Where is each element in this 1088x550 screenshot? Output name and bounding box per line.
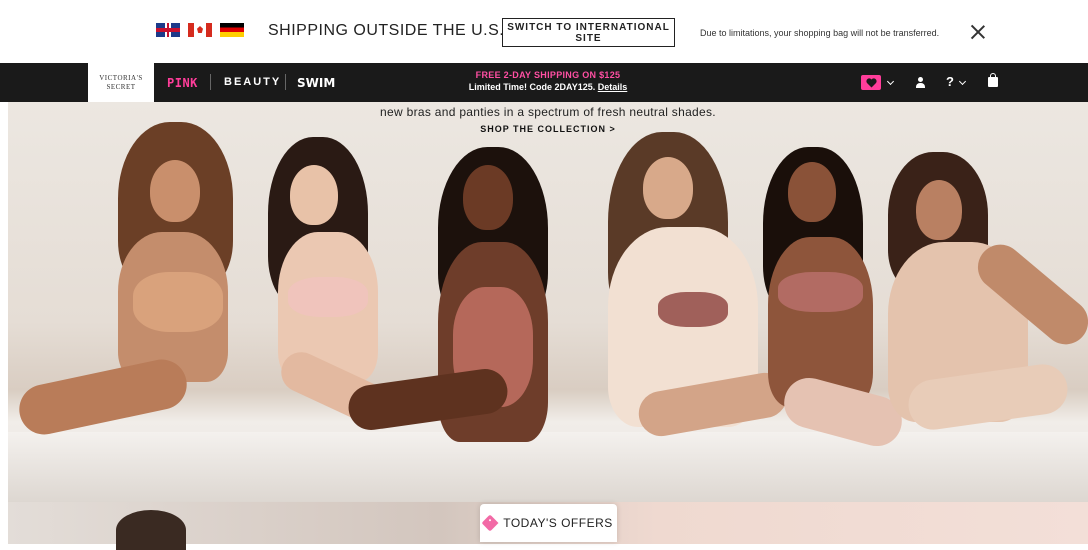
close-icon[interactable] [971, 25, 985, 39]
promo-headline: FREE 2-DAY SHIPPING ON $125 [475, 70, 621, 80]
nav-link-beauty[interactable]: BEAUTY [224, 76, 281, 88]
promo-code-line: Limited Time! Code 2DAY125. Details [430, 82, 666, 92]
victorias-secret-logo[interactable]: VICTORIA'S SECRET [88, 63, 154, 102]
todays-offers-label: TODAY'S OFFERS [503, 516, 613, 530]
international-shipping-bar: SHIPPING OUTSIDE THE U.S.? SWITCH TO INT… [0, 0, 1088, 63]
heart-icon[interactable] [861, 75, 881, 90]
nav-link-pink[interactable]: PINK [167, 76, 198, 90]
promo-code-text: Limited Time! Code 2DAY125. [468, 82, 596, 92]
lower-photo-figure [116, 510, 186, 550]
logo-line-1: VICTORIA'S [99, 73, 143, 82]
country-flags [156, 23, 244, 37]
nav-divider [210, 74, 211, 90]
user-icon[interactable] [916, 77, 926, 89]
switch-international-site-button[interactable]: SWITCH TO INTERNATIONAL SITE [502, 18, 675, 47]
germany-flag-icon[interactable] [220, 23, 244, 37]
hero-banner[interactable]: new bras and panties in a spectrum of fr… [8, 102, 1088, 502]
hero-bench [8, 432, 1088, 502]
logo-line-2: SECRET [106, 82, 136, 91]
bag-icon[interactable] [988, 73, 998, 87]
tag-icon [481, 514, 499, 532]
hero-subtitle: new bras and panties in a spectrum of fr… [380, 105, 716, 119]
nav-divider [285, 74, 286, 90]
bag-transfer-note: Due to limitations, your shopping bag wi… [700, 28, 940, 38]
chevron-down-icon[interactable] [958, 77, 967, 86]
nav-link-swim[interactable]: SWIM [297, 76, 335, 90]
uk-flag-icon[interactable] [156, 23, 180, 37]
canada-flag-icon[interactable] [188, 23, 212, 37]
promo-details-link[interactable]: Details [598, 82, 628, 92]
todays-offers-button[interactable]: TODAY'S OFFERS [480, 504, 617, 542]
help-icon[interactable]: ? [946, 74, 954, 89]
chevron-down-icon[interactable] [886, 77, 895, 86]
shipping-promo: FREE 2-DAY SHIPPING ON $125 Limited Time… [430, 70, 666, 92]
main-navigation: VICTORIA'S SECRET PINK BEAUTY SWIM FREE … [0, 63, 1088, 102]
shipping-question: SHIPPING OUTSIDE THE U.S.? [268, 22, 514, 39]
